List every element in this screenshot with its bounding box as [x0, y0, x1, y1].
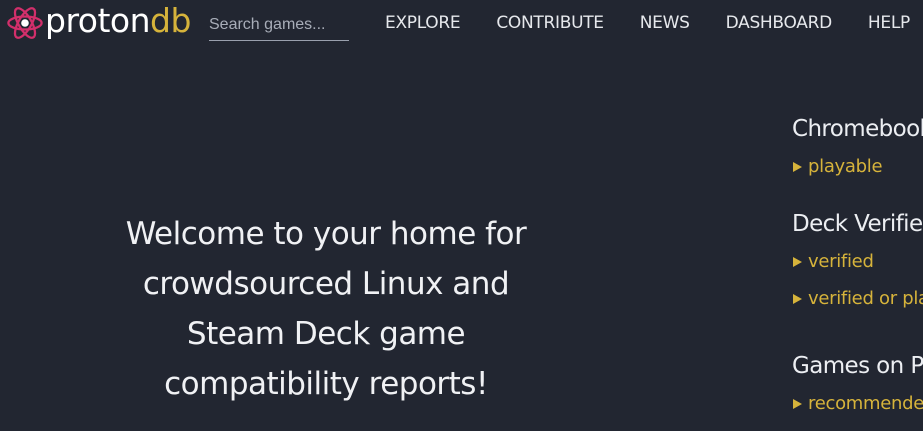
- top-navbar: protondb EXPLORE CONTRIBUTE NEWS DASHBOA…: [0, 0, 923, 46]
- nav-explore[interactable]: EXPLORE: [367, 10, 478, 36]
- link-deck-verified-or-playable[interactable]: verified or playable: [792, 280, 923, 317]
- link-proton-recommended[interactable]: recommended: [792, 385, 923, 422]
- quick-filters-sidebar: Chromebook playable Deck Verified verifi…: [792, 110, 923, 422]
- section-heading-chromebook: Chromebook: [792, 116, 923, 142]
- section-heading-games-on-proton: Games on Proton: [792, 353, 923, 379]
- triangle-right-icon: [793, 293, 802, 304]
- search-input[interactable]: [209, 10, 349, 41]
- link-chromebook-playable[interactable]: playable: [792, 148, 923, 185]
- section-heading-deck-verified: Deck Verified: [792, 211, 923, 237]
- triangle-right-icon: [793, 161, 802, 172]
- logo-wordmark-db: db: [150, 1, 191, 40]
- home-logo-link[interactable]: protondb: [6, 2, 191, 43]
- triangle-right-icon: [793, 398, 802, 409]
- atom-logo-icon: [7, 7, 43, 39]
- link-label: playable: [808, 156, 883, 177]
- link-label: verified: [808, 251, 874, 272]
- nav-news[interactable]: NEWS: [622, 10, 708, 36]
- nav-dashboard[interactable]: DASHBOARD: [708, 10, 850, 36]
- games-on-proton-section: Games on Proton recommended: [792, 347, 923, 422]
- deck-verified-section: Deck Verified verified verified or playa…: [792, 205, 923, 317]
- main-nav: EXPLORE CONTRIBUTE NEWS DASHBOARD HELP: [367, 10, 923, 36]
- nav-contribute[interactable]: CONTRIBUTE: [478, 10, 621, 36]
- link-label: verified or playable: [808, 288, 923, 309]
- page: protondb EXPLORE CONTRIBUTE NEWS DASHBOA…: [0, 0, 923, 431]
- logo-wordmark: protondb: [45, 2, 191, 40]
- logo-wordmark-proton: proton: [45, 1, 151, 40]
- chromebook-section: Chromebook playable: [792, 110, 923, 185]
- welcome-heading: Welcome to your home for crowdsourced Li…: [125, 216, 527, 402]
- nav-help[interactable]: HELP: [850, 10, 923, 36]
- link-deck-verified[interactable]: verified: [792, 243, 923, 280]
- triangle-right-icon: [793, 256, 802, 267]
- link-label: recommended: [808, 393, 923, 414]
